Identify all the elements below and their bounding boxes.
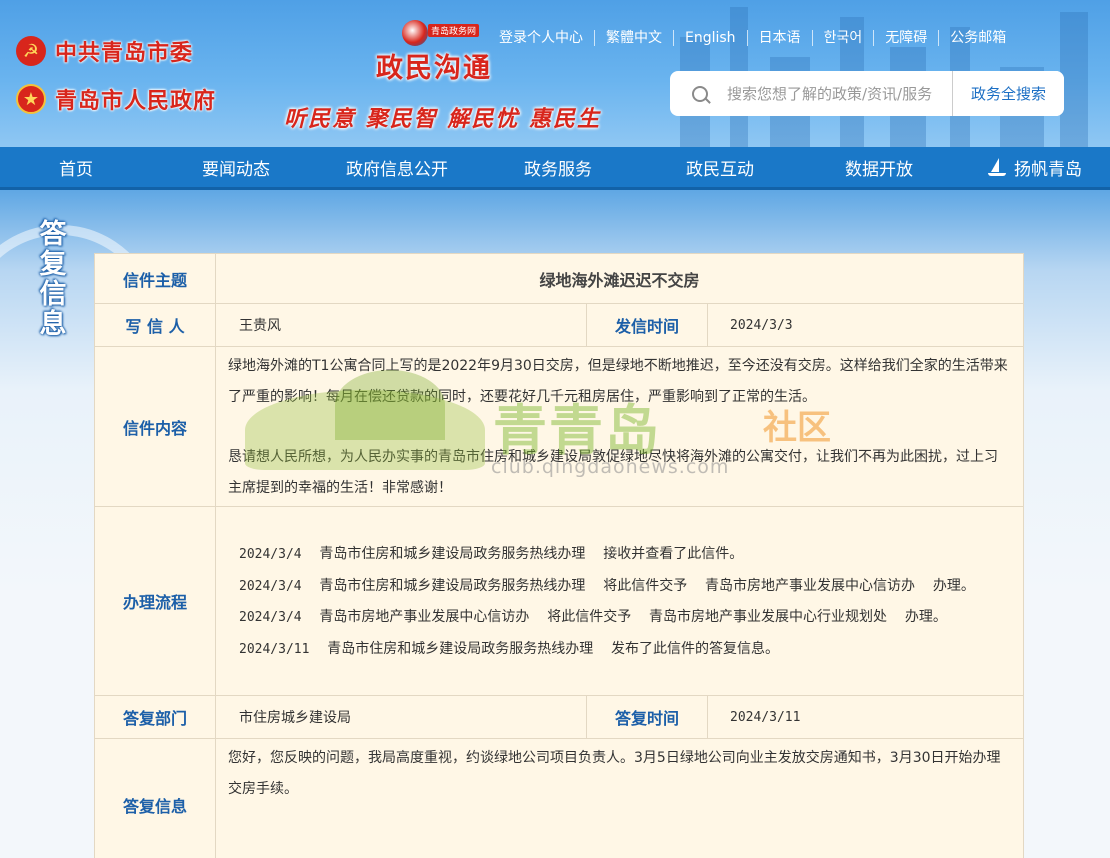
search-button[interactable]: 政务全搜索 xyxy=(952,71,1064,116)
content-row: 信件内容 绿地海外滩的T1公寓合同上写的是2022年9月30日交房，但是绿地不断… xyxy=(94,346,1024,507)
process-text: 青岛市住房和城乡建设局政务服务热线办理 发布了此信件的答复信息。 xyxy=(309,640,780,657)
korean-link[interactable]: 한국어 xyxy=(811,30,874,46)
sent-time-label: 发信时间 xyxy=(586,303,708,347)
sent-time-value: 2024/3/3 xyxy=(707,303,1024,347)
traditional-chinese-link[interactable]: 繁體中文 xyxy=(594,30,673,46)
process-label: 办理流程 xyxy=(94,506,216,696)
nav-news[interactable]: 要闻动态 xyxy=(152,147,320,187)
nav-home[interactable]: 首页 xyxy=(0,147,152,187)
subject-row: 信件主题 绿地海外滩迟迟不交房 xyxy=(94,253,1024,304)
main-nav: 首页 要闻动态 政府信息公开 政务服务 政民互动 数据开放 扬帆青岛 xyxy=(0,147,1110,190)
party-logo[interactable]: ☭ 中共青岛市委 xyxy=(16,35,193,67)
nav-gov-services[interactable]: 政务服务 xyxy=(474,147,642,187)
writer-label: 写 信 人 xyxy=(94,303,216,347)
party-label: 中共青岛市委 xyxy=(55,41,194,66)
search-input[interactable] xyxy=(727,84,967,103)
process-date: 2024/3/4 xyxy=(239,547,302,562)
nav-yangfan-qingdao[interactable]: 扬帆青岛 xyxy=(960,147,1110,187)
reply-row: 答复信息 您好，您反映的问题，我局高度重视，约谈绿地公司项目负责人。3月5日绿地… xyxy=(94,738,1024,858)
writer-value: 王贵风 xyxy=(215,303,587,347)
nav-interaction[interactable]: 政民互动 xyxy=(642,147,798,187)
writer-row: 写 信 人 王贵风 发信时间 2024/3/3 xyxy=(94,303,1024,347)
reply-cell: 您好，您反映的问题，我局高度重视，约谈绿地公司项目负责人。3月5日绿地公司向业主… xyxy=(215,738,1024,858)
subject-value: 绿地海外滩迟迟不交房 xyxy=(215,253,1024,304)
official-mail-link[interactable]: 公务邮箱 xyxy=(938,30,1017,46)
english-link[interactable]: English xyxy=(673,30,747,46)
slogan: 听民意 聚民智 解民忧 惠民生 xyxy=(284,106,601,132)
process-step: 2024/3/4 青岛市住房和城乡建设局政务服务热线办理 接收并查看了此信件。 xyxy=(239,539,1011,571)
process-step: 2024/3/4 青岛市住房和城乡建设局政务服务热线办理 将此信件交予 青岛市房… xyxy=(239,571,1011,603)
sailboat-icon xyxy=(988,158,1006,176)
process-date: 2024/3/4 xyxy=(239,610,302,625)
search-box: 政务全搜索 xyxy=(670,71,1064,116)
content-cell: 绿地海外滩的T1公寓合同上写的是2022年9月30日交房，但是绿地不断地推迟，至… xyxy=(215,346,1024,507)
process-cell: 2024/3/4 青岛市住房和城乡建设局政务服务热线办理 接收并查看了此信件。 … xyxy=(215,506,1024,696)
nav-info-disclosure[interactable]: 政府信息公开 xyxy=(320,147,474,187)
subject-label: 信件主题 xyxy=(94,253,216,304)
process-row: 办理流程 2024/3/4 青岛市住房和城乡建设局政务服务热线办理 接收并查看了… xyxy=(94,506,1024,696)
nav-open-data[interactable]: 数据开放 xyxy=(798,147,960,187)
top-links: 登录个人中心 繁體中文 English 日本语 한국어 无障碍 公务邮箱 xyxy=(488,30,1017,46)
brand-small-label: 青岛政务网 xyxy=(428,24,480,37)
process-step: 2024/3/11 青岛市住房和城乡建设局政务服务热线办理 发布了此信件的答复信… xyxy=(239,634,1011,666)
process-date: 2024/3/4 xyxy=(239,578,302,594)
reply-time-label: 答复时间 xyxy=(586,695,708,739)
reply-dept-row: 答复部门 市住房城乡建设局 答复时间 2024/3/11 xyxy=(94,695,1024,739)
globe-icon xyxy=(402,20,428,46)
site-header: ☭ 中共青岛市委 ★ 青岛市人民政府 青岛政务网 政民沟通 听民意 聚民智 解民… xyxy=(0,0,1110,147)
login-link[interactable]: 登录个人中心 xyxy=(488,30,594,46)
content-paragraph-2: 恳请想人民所想，为人民办实事的青岛市住房和城乡建设局敦促绿地尽快将海外滩的公寓交… xyxy=(228,449,998,496)
japanese-link[interactable]: 日本语 xyxy=(746,30,812,46)
letter-table: 信件主题 绿地海外滩迟迟不交房 写 信 人 王贵风 发信时间 2024/3/3 … xyxy=(94,253,1024,858)
gov-label: 青岛市人民政府 xyxy=(55,89,217,114)
reply-dept-value: 市住房城乡建设局 xyxy=(215,695,587,739)
process-text: 青岛市住房和城乡建设局政务服务热线办理 将此信件交予 青岛市房地产事业发展中心信… xyxy=(301,577,975,594)
process-text: 青岛市住房和城乡建设局政务服务热线办理 接收并查看了此信件。 xyxy=(301,546,744,562)
reply-label: 答复信息 xyxy=(94,738,216,858)
process-step: 2024/3/4 青岛市房地产事业发展中心信访办 将此信件交予 青岛市房地产事业… xyxy=(239,602,1011,634)
search-icon[interactable] xyxy=(692,85,708,102)
accessibility-link[interactable]: 无障碍 xyxy=(873,30,938,46)
nav-yangfan-label: 扬帆青岛 xyxy=(1014,159,1082,180)
brand-name: 政民沟通 xyxy=(376,53,492,84)
content-paragraph-1: 绿地海外滩的T1公寓合同上写的是2022年9月30日交房，但是绿地不断地推迟，至… xyxy=(228,358,1008,405)
reply-text: 您好，您反映的问题，我局高度重视，约谈绿地公司项目负责人。3月5日绿地公司向业主… xyxy=(228,750,1001,797)
hammer-sickle-icon: ☭ xyxy=(16,36,46,66)
content-label: 信件内容 xyxy=(94,346,216,507)
gov-logo[interactable]: ★ 青岛市人民政府 xyxy=(16,83,216,115)
process-text: 青岛市房地产事业发展中心信访办 将此信件交予 青岛市房地产事业发展中心行业规划处… xyxy=(301,609,947,625)
reply-dept-label: 答复部门 xyxy=(94,695,216,739)
side-title: 答复信息 xyxy=(39,219,67,340)
reply-time-value: 2024/3/11 xyxy=(707,695,1024,739)
process-date: 2024/3/11 xyxy=(239,641,310,657)
national-emblem-icon: ★ xyxy=(16,84,46,114)
